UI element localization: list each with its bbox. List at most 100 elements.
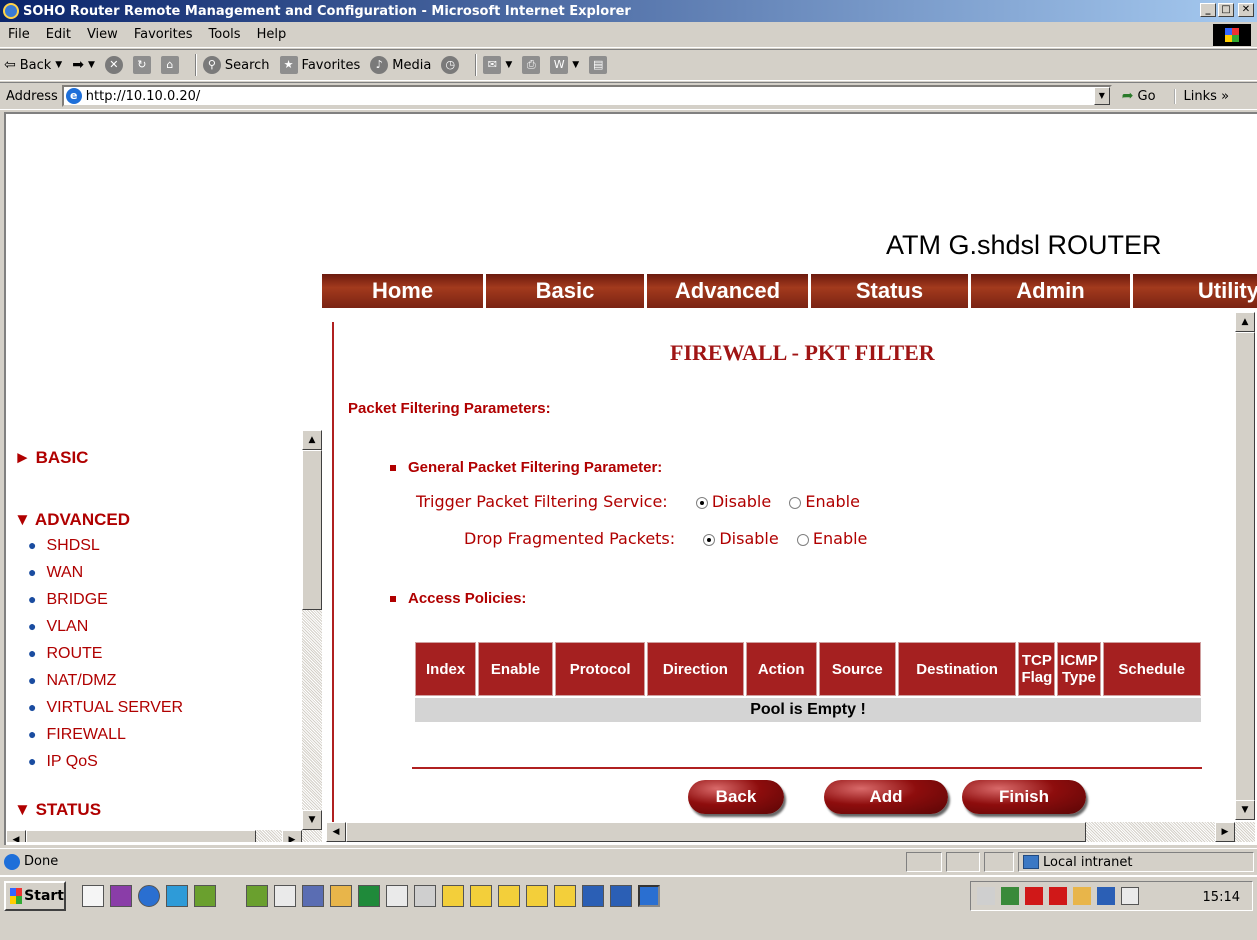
tray-keyboard-icon[interactable]	[1121, 887, 1139, 905]
print-button[interactable]: ⎙	[522, 56, 541, 74]
task-ie-icon[interactable]	[638, 885, 660, 907]
task-folder-icon[interactable]	[470, 885, 492, 907]
right-scroll-down-button[interactable]: ▼	[1235, 800, 1255, 820]
drop-enable-radio[interactable]	[796, 533, 809, 546]
task-word-icon[interactable]	[610, 885, 632, 907]
finish-button[interactable]: Finish	[962, 780, 1086, 814]
forward-button[interactable]: ➡ ▼	[72, 57, 95, 73]
task-folder-icon[interactable]	[554, 885, 576, 907]
go-button[interactable]: ➦ Go	[1122, 88, 1156, 104]
tray-app-icon[interactable]	[1073, 887, 1091, 905]
menu-tools[interactable]: Tools	[201, 27, 249, 42]
back-button[interactable]: ⇦ Back ▼	[4, 57, 62, 73]
task-mail-icon[interactable]	[274, 885, 296, 907]
nav-status[interactable]: Status	[811, 274, 971, 308]
sidebar-item-vlan[interactable]: ● VLAN	[28, 618, 88, 636]
menu-file[interactable]: File	[0, 27, 38, 42]
drop-disable-radio[interactable]	[703, 533, 716, 546]
task-app-icon[interactable]	[302, 885, 324, 907]
back-dropdown-icon[interactable]: ▼	[55, 60, 62, 70]
nav-utility[interactable]: Utility	[1133, 274, 1257, 308]
quicklaunch-network-icon[interactable]	[166, 885, 188, 907]
task-excel-icon[interactable]	[358, 885, 380, 907]
media-button[interactable]: ♪ Media	[370, 56, 431, 74]
edit-dropdown-icon[interactable]: ▼	[572, 60, 579, 70]
mail-dropdown-icon[interactable]: ▼	[505, 60, 512, 70]
quicklaunch-app-icon[interactable]	[194, 885, 216, 907]
sidebar-item-shdsl[interactable]: ● SHDSL	[28, 537, 100, 555]
tray-network-icon[interactable]	[1001, 887, 1019, 905]
tray-language-icon[interactable]	[1097, 887, 1115, 905]
trigger-enable-radio[interactable]	[789, 496, 802, 509]
task-folder-icon[interactable]	[442, 885, 464, 907]
favorites-button[interactable]: ★ Favorites	[279, 56, 360, 74]
menu-edit[interactable]: Edit	[38, 27, 79, 42]
task-app-icon[interactable]	[330, 885, 352, 907]
nav-advanced[interactable]: Advanced	[647, 274, 811, 308]
sidebar-item-firewall[interactable]: ● FIREWALL	[28, 726, 126, 744]
task-app-icon[interactable]	[414, 885, 436, 907]
quicklaunch-notepad-icon[interactable]	[82, 885, 104, 907]
window-title: SOHO Router Remote Management and Config…	[23, 3, 631, 19]
nav-admin[interactable]: Admin	[971, 274, 1133, 308]
menu-favorites[interactable]: Favorites	[126, 27, 201, 42]
trigger-disable-radio[interactable]	[695, 496, 708, 509]
right-hscroll-thumb[interactable]	[346, 822, 1086, 842]
address-url[interactable]: http://10.10.0.20/	[86, 89, 201, 104]
right-scroll-left-button[interactable]: ◀	[326, 822, 346, 842]
sidebar-item-label: BRIDGE	[46, 591, 108, 608]
task-app-icon[interactable]	[246, 885, 268, 907]
refresh-button[interactable]: ↻	[132, 56, 151, 74]
task-folder-icon[interactable]	[526, 885, 548, 907]
task-folder-icon[interactable]	[498, 885, 520, 907]
tray-app-icon[interactable]	[977, 887, 995, 905]
history-button[interactable]: ◷	[441, 56, 460, 74]
system-tray: 15:14	[970, 881, 1253, 911]
nav-basic[interactable]: Basic	[486, 274, 647, 308]
sidebar-item-nat-dmz[interactable]: ● NAT/DMZ	[28, 672, 116, 690]
right-scroll-right-button[interactable]: ▶	[1215, 822, 1235, 842]
edit-button[interactable]: W ▼	[550, 56, 579, 74]
nav-home[interactable]: Home	[322, 274, 486, 308]
left-hscroll-thumb[interactable]	[26, 830, 256, 842]
left-scroll-up-button[interactable]: ▲	[302, 430, 322, 450]
sidebar-basic[interactable]: ► BASIC	[14, 448, 88, 468]
close-button[interactable]: ✕	[1238, 3, 1254, 17]
left-scroll-down-button[interactable]: ▼	[302, 810, 322, 830]
menu-view[interactable]: View	[79, 27, 126, 42]
stop-button[interactable]: ✕	[104, 56, 123, 74]
search-button[interactable]: ⚲ Search	[202, 56, 270, 74]
right-scroll-up-button[interactable]: ▲	[1235, 312, 1255, 332]
address-input[interactable]: e http://10.10.0.20/ ▼	[61, 85, 1112, 107]
quicklaunch-paint-icon[interactable]	[110, 885, 132, 907]
sidebar-item-ip-qos[interactable]: ● IP QoS	[28, 753, 98, 771]
address-dropdown-button[interactable]: ▼	[1093, 87, 1110, 105]
tray-app-icon[interactable]	[1025, 887, 1043, 905]
sidebar-status[interactable]: ▼ STATUS	[14, 800, 101, 820]
sidebar-advanced[interactable]: ▼ ADVANCED	[14, 510, 130, 530]
tray-app-icon[interactable]	[1049, 887, 1067, 905]
left-scroll-thumb[interactable]	[302, 450, 322, 610]
task-mail-icon[interactable]	[386, 885, 408, 907]
start-button[interactable]: Start	[4, 881, 66, 911]
task-word-icon[interactable]	[582, 885, 604, 907]
forward-dropdown-icon[interactable]: ▼	[88, 60, 95, 70]
sidebar-item-wan[interactable]: ● WAN	[28, 564, 83, 582]
sidebar-item-route[interactable]: ● ROUTE	[28, 645, 102, 663]
quicklaunch-ie-icon[interactable]	[138, 885, 160, 907]
mail-button[interactable]: ✉ ▼	[483, 56, 512, 74]
sidebar-item-bridge[interactable]: ● BRIDGE	[28, 591, 108, 609]
maximize-button[interactable]: □	[1218, 3, 1234, 17]
links-button[interactable]: Links »	[1173, 88, 1229, 104]
back-nav-button[interactable]: Back	[688, 780, 784, 814]
sidebar-item-virtual-server[interactable]: ● VIRTUAL SERVER	[28, 699, 183, 717]
minimize-button[interactable]: _	[1200, 3, 1216, 17]
add-button[interactable]: Add	[824, 780, 948, 814]
right-scroll-thumb[interactable]	[1235, 332, 1255, 802]
discuss-button[interactable]: ▤	[589, 56, 608, 74]
left-scroll-right-button[interactable]: ▶	[282, 830, 302, 842]
col-tcp-flag: TCP Flag	[1018, 642, 1056, 696]
left-scroll-left-button[interactable]: ◀	[6, 830, 26, 842]
home-button[interactable]: ⌂	[160, 56, 179, 74]
menu-help[interactable]: Help	[249, 27, 295, 42]
